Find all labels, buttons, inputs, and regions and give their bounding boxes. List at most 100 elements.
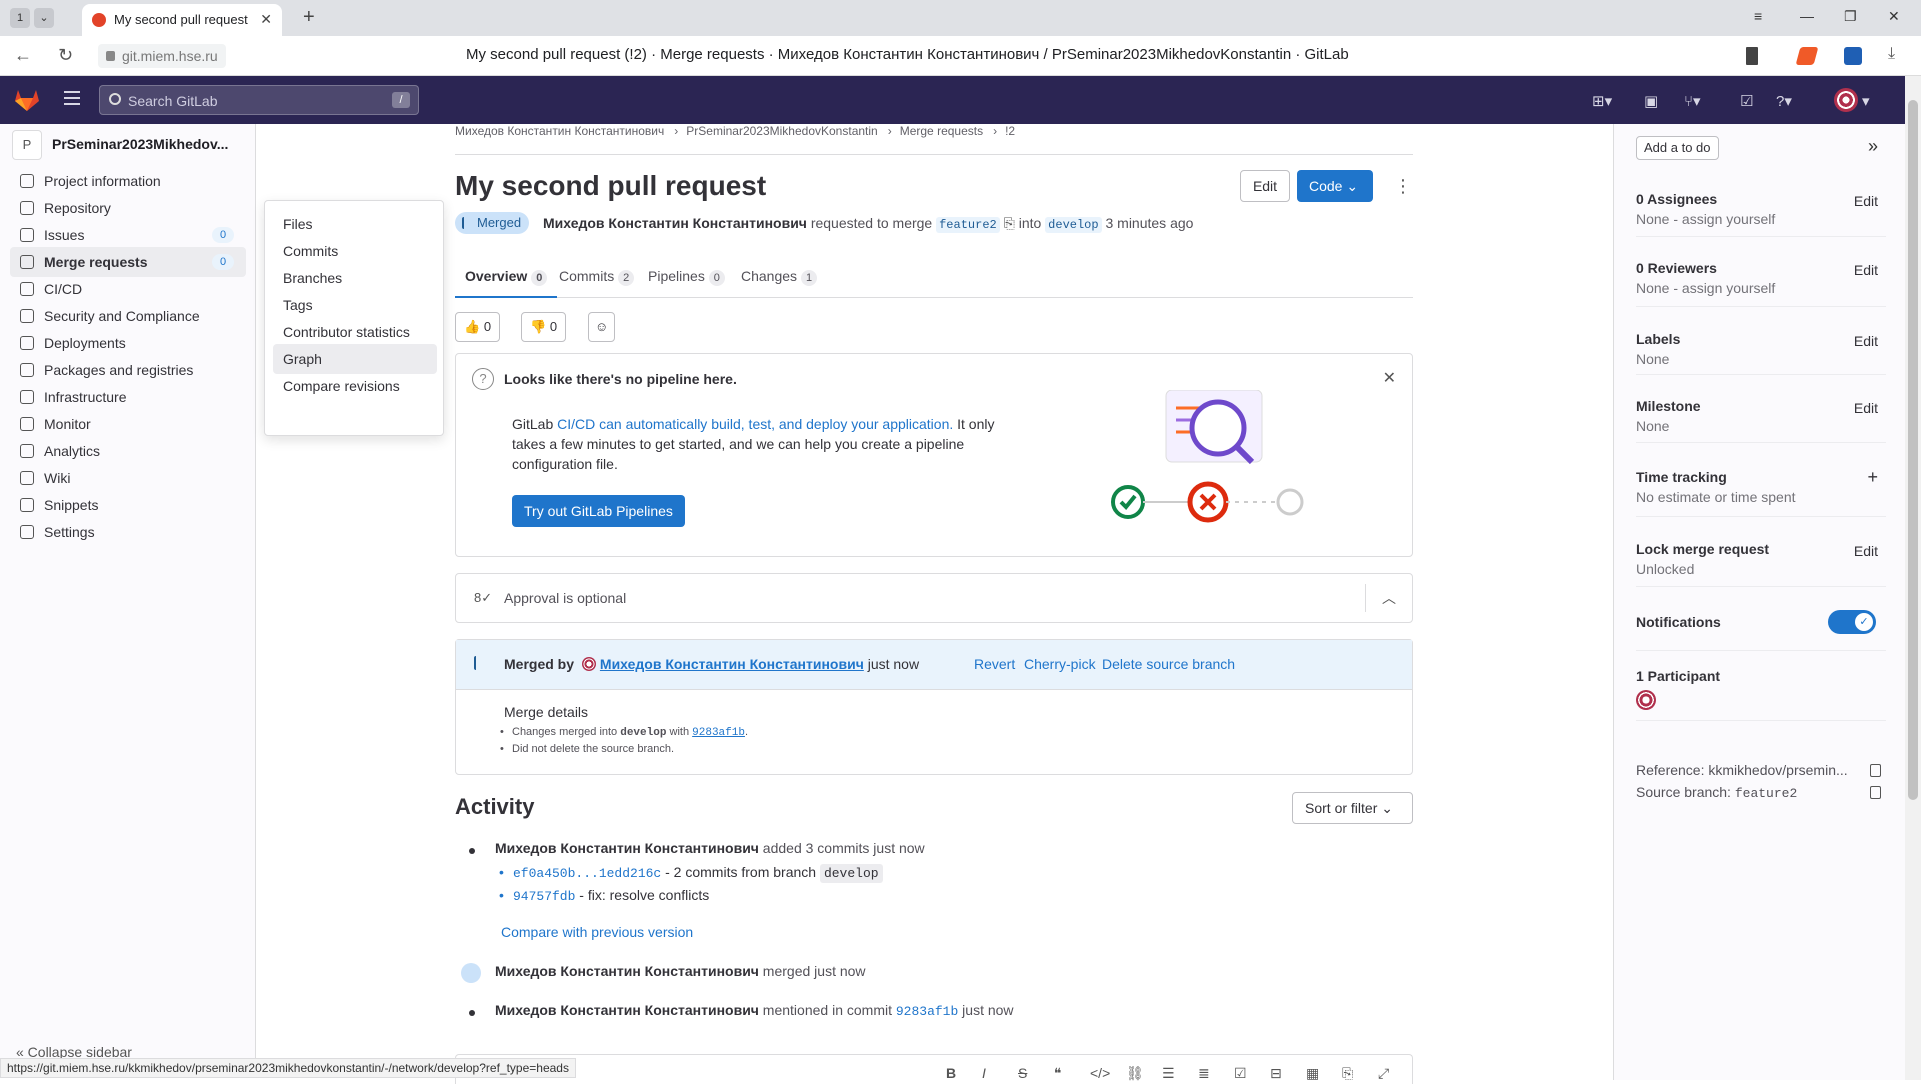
merged-by-user-link[interactable]: Михедов Константин Константинович	[600, 656, 864, 672]
download-icon[interactable]: ⤓	[1888, 45, 1895, 63]
breadcrumb-item[interactable]: PrSeminar2023MikhedovKonstantin	[686, 124, 877, 138]
source-branch[interactable]: feature2	[936, 217, 1000, 233]
close-icon[interactable]: ✕	[1383, 368, 1396, 388]
thumbs-up-button[interactable]: 👍 0	[455, 312, 501, 342]
sidebar-item-project-information[interactable]: Project information	[10, 166, 246, 196]
edit-button[interactable]: Edit	[1240, 170, 1290, 202]
attach-icon[interactable]: ⎘	[1342, 1065, 1353, 1082]
breadcrumb-item[interactable]: Merge requests	[900, 124, 983, 138]
thumbs-down-button[interactable]: 👎 0	[521, 312, 567, 342]
cherry-pick-button[interactable]: Cherry-pick	[1024, 656, 1096, 672]
extension-icon[interactable]	[1795, 47, 1819, 65]
add-time-icon[interactable]: +	[1867, 467, 1878, 488]
flyout-item-graph[interactable]: Graph	[273, 344, 437, 374]
minimize-icon[interactable]: —	[1800, 8, 1814, 24]
numbered-list-icon[interactable]: ≣	[1198, 1065, 1210, 1082]
bullet-list-icon[interactable]: ☰	[1162, 1065, 1175, 1082]
reviewers-value[interactable]: None - assign yourself	[1636, 280, 1775, 296]
compare-previous-link[interactable]: Compare with previous version	[501, 924, 693, 940]
breadcrumb-item[interactable]: Михедов Константин Константинович	[455, 124, 664, 138]
commit-sha-link[interactable]: 94757fdb	[513, 889, 575, 904]
tab-count-badge[interactable]: 1	[10, 8, 30, 28]
scrollbar[interactable]	[1905, 76, 1921, 1080]
commit-sha-link[interactable]: 9283af1b	[896, 1004, 958, 1019]
tab-overview[interactable]: Overview 0	[455, 258, 558, 298]
activity-user[interactable]: Михедов Константин Константинович	[495, 840, 759, 856]
issues-icon[interactable]: ▣	[1644, 92, 1658, 110]
search-input[interactable]: Search GitLab /	[99, 85, 419, 115]
edit-labels-button[interactable]: Edit	[1854, 333, 1878, 349]
assignees-value[interactable]: None - assign yourself	[1636, 211, 1775, 227]
url-field[interactable]: git.miem.hse.ru	[98, 44, 226, 68]
task-list-icon[interactable]: ☑	[1234, 1065, 1247, 1082]
author-name[interactable]: Михедов Константин Константинович	[543, 215, 807, 231]
flyout-item-commits[interactable]: Commits	[273, 236, 437, 266]
sidebar-item-snippets[interactable]: Snippets	[10, 490, 246, 520]
tab-pipelines[interactable]: Pipelines 0	[638, 258, 735, 298]
add-todo-button[interactable]: Add a to do	[1636, 136, 1719, 160]
flyout-item-compare-revisions[interactable]: Compare revisions	[273, 371, 437, 401]
try-pipelines-button[interactable]: Try out GitLab Pipelines	[512, 495, 685, 527]
edit-milestone-button[interactable]: Edit	[1854, 400, 1878, 416]
create-new-icon[interactable]: ⊞▾	[1592, 92, 1612, 110]
code-dropdown-button[interactable]: Code ⌄	[1297, 170, 1373, 202]
menu-icon[interactable]	[64, 91, 80, 105]
flyout-item-branches[interactable]: Branches	[273, 263, 437, 293]
edit-reviewers-button[interactable]: Edit	[1854, 262, 1878, 278]
table-icon[interactable]: ▦	[1306, 1065, 1319, 1082]
sidebar-item-wiki[interactable]: Wiki	[10, 463, 246, 493]
sidebar-item-security-and-compliance[interactable]: Security and Compliance	[10, 301, 246, 331]
copy-reference-icon[interactable]	[1870, 764, 1881, 777]
breadcrumb-item[interactable]: !2	[1005, 124, 1015, 138]
participant-avatar[interactable]	[1636, 690, 1656, 710]
bold-icon[interactable]: B	[946, 1065, 956, 1081]
italic-icon[interactable]: I	[982, 1065, 986, 1081]
link-icon[interactable]: ⛓	[1126, 1065, 1144, 1082]
approval-widget[interactable]: 8✓ Approval is optional ︿	[455, 573, 1413, 623]
sidebar-item-packages-and-registries[interactable]: Packages and registries	[10, 355, 246, 385]
sidebar-item-merge-requests[interactable]: Merge requests 0	[10, 247, 246, 277]
user-avatar[interactable]	[1834, 88, 1858, 112]
sidebar-item-repository[interactable]: Repository	[10, 193, 246, 223]
back-icon[interactable]: ←	[14, 45, 32, 66]
more-actions-icon[interactable]: ⋮	[1393, 176, 1413, 196]
close-window-icon[interactable]: ✕	[1888, 8, 1900, 25]
add-reaction-button[interactable]: ☺	[588, 312, 616, 342]
commit-range-link[interactable]: ef0a450b...1edd216c	[513, 866, 661, 881]
close-tab-icon[interactable]: ✕	[260, 11, 272, 28]
flyout-item-tags[interactable]: Tags	[273, 290, 437, 320]
restore-icon[interactable]: ❐	[1844, 8, 1857, 25]
merge-commit-link[interactable]: 9283af1b	[692, 727, 745, 739]
scrollbar-thumb[interactable]	[1908, 100, 1918, 800]
merge-requests-icon[interactable]: ⑂▾	[1684, 92, 1701, 110]
browser-menu-icon[interactable]: ≡	[1754, 8, 1762, 24]
chevron-down-icon[interactable]: ▾	[1862, 92, 1870, 110]
quote-icon[interactable]: ❝	[1054, 1065, 1062, 1082]
sidebar-item-monitor[interactable]: Monitor	[10, 409, 246, 439]
edit-assignees-button[interactable]: Edit	[1854, 193, 1878, 209]
target-branch[interactable]: develop	[1045, 217, 1102, 233]
delete-source-branch-button[interactable]: Delete source branch	[1102, 656, 1235, 672]
new-tab-icon[interactable]: +	[303, 6, 315, 29]
activity-user[interactable]: Михедов Константин Константинович	[495, 963, 759, 979]
sidebar-item-analytics[interactable]: Analytics	[10, 436, 246, 466]
bookmark-icon[interactable]	[1746, 47, 1758, 65]
tab-commits[interactable]: Commits 2	[549, 258, 644, 298]
sidebar-item-ci-cd[interactable]: CI/CD	[10, 274, 246, 304]
collapsible-icon[interactable]: ⊟	[1270, 1065, 1282, 1082]
collapse-right-sidebar-icon[interactable]: »	[1868, 136, 1878, 157]
strikethrough-icon[interactable]: S	[1018, 1065, 1027, 1081]
sort-filter-dropdown[interactable]: Sort or filter ⌄	[1292, 792, 1413, 824]
edit-lock-button[interactable]: Edit	[1854, 543, 1878, 559]
copy-branch-icon[interactable]: ⎘	[1004, 215, 1015, 231]
tab-changes[interactable]: Changes 1	[731, 258, 827, 298]
sidebar-item-infrastructure[interactable]: Infrastructure	[10, 382, 246, 412]
reload-icon[interactable]: ↻	[58, 45, 73, 66]
flyout-item-files[interactable]: Files	[273, 209, 437, 239]
sidebar-item-settings[interactable]: Settings	[10, 517, 246, 547]
copy-branch-icon[interactable]	[1870, 786, 1881, 799]
sidebar-item-deployments[interactable]: Deployments	[10, 328, 246, 358]
revert-button[interactable]: Revert	[974, 656, 1015, 672]
gitlab-logo-icon[interactable]	[14, 88, 40, 112]
extension-2-icon[interactable]	[1844, 47, 1862, 65]
